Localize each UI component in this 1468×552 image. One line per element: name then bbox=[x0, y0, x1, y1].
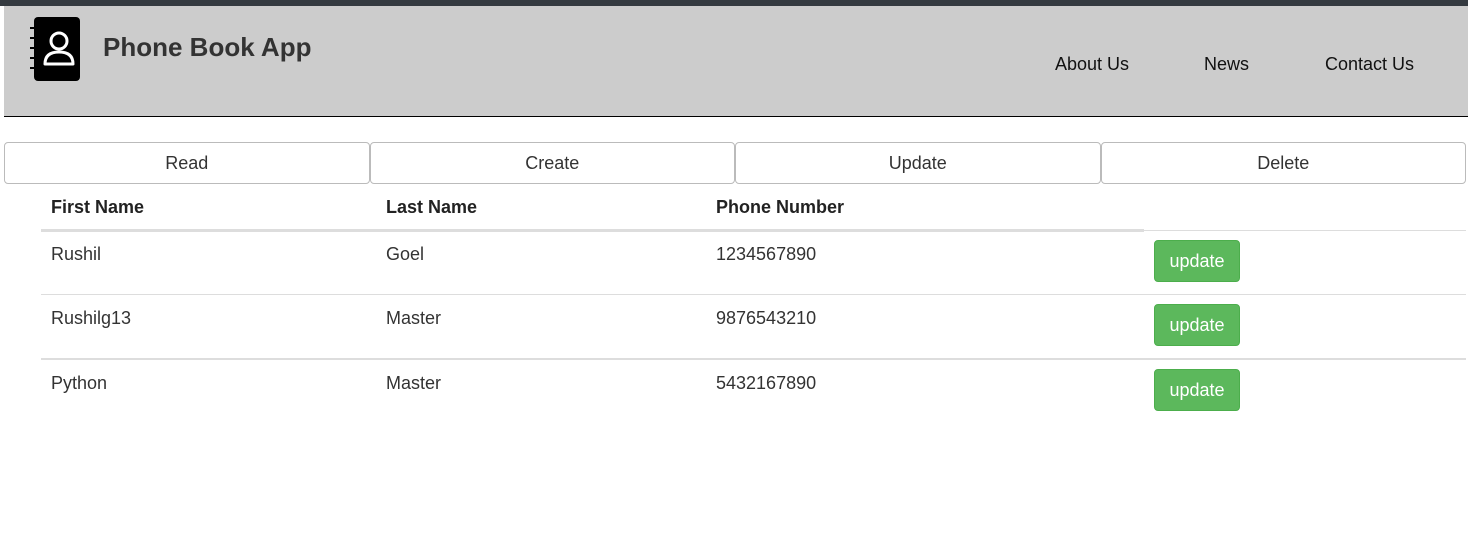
app-header: Phone Book App About Us News Contact Us bbox=[4, 6, 1468, 117]
column-header-first-name: First Name bbox=[51, 197, 145, 217]
delete-button[interactable]: Delete bbox=[1100, 142, 1466, 184]
first-name-cell: Python bbox=[51, 373, 108, 393]
app-title: Phone Book App bbox=[103, 32, 312, 62]
phonebook-contact-icon bbox=[30, 17, 82, 81]
table-row: Python Master 5432167890 update bbox=[41, 358, 1466, 422]
nav-news[interactable]: News bbox=[1204, 54, 1249, 74]
table-row: Rushil Goel 1234567890 update bbox=[41, 230, 1466, 294]
row-update-button[interactable]: update bbox=[1154, 240, 1240, 282]
last-name-cell: Goel bbox=[386, 244, 425, 264]
nav-about-us[interactable]: About Us bbox=[1055, 54, 1129, 74]
row-update-button[interactable]: update bbox=[1154, 369, 1240, 411]
column-header-phone-number: Phone Number bbox=[716, 197, 845, 217]
table-row: Rushilg13 Master 9876543210 update bbox=[41, 294, 1466, 358]
update-button[interactable]: Update bbox=[735, 142, 1101, 184]
contacts-table: First Name Last Name Phone Number Rushil… bbox=[41, 184, 1466, 422]
create-button[interactable]: Create bbox=[369, 142, 735, 184]
first-name-cell: Rushil bbox=[51, 244, 102, 264]
nav-contact-us[interactable]: Contact Us bbox=[1325, 54, 1414, 74]
phone-number-cell: 5432167890 bbox=[716, 373, 817, 393]
phone-number-cell: 1234567890 bbox=[716, 244, 817, 264]
column-header-last-name: Last Name bbox=[386, 197, 478, 217]
table-header: First Name Last Name Phone Number bbox=[41, 184, 1466, 232]
last-name-cell: Master bbox=[386, 373, 442, 393]
operations-toolbar: Read Create Update Delete bbox=[4, 142, 1466, 184]
first-name-cell: Rushilg13 bbox=[51, 308, 132, 328]
read-button[interactable]: Read bbox=[4, 142, 370, 184]
last-name-cell: Master bbox=[386, 308, 442, 328]
phone-number-cell: 9876543210 bbox=[716, 308, 817, 328]
row-update-button[interactable]: update bbox=[1154, 304, 1240, 346]
